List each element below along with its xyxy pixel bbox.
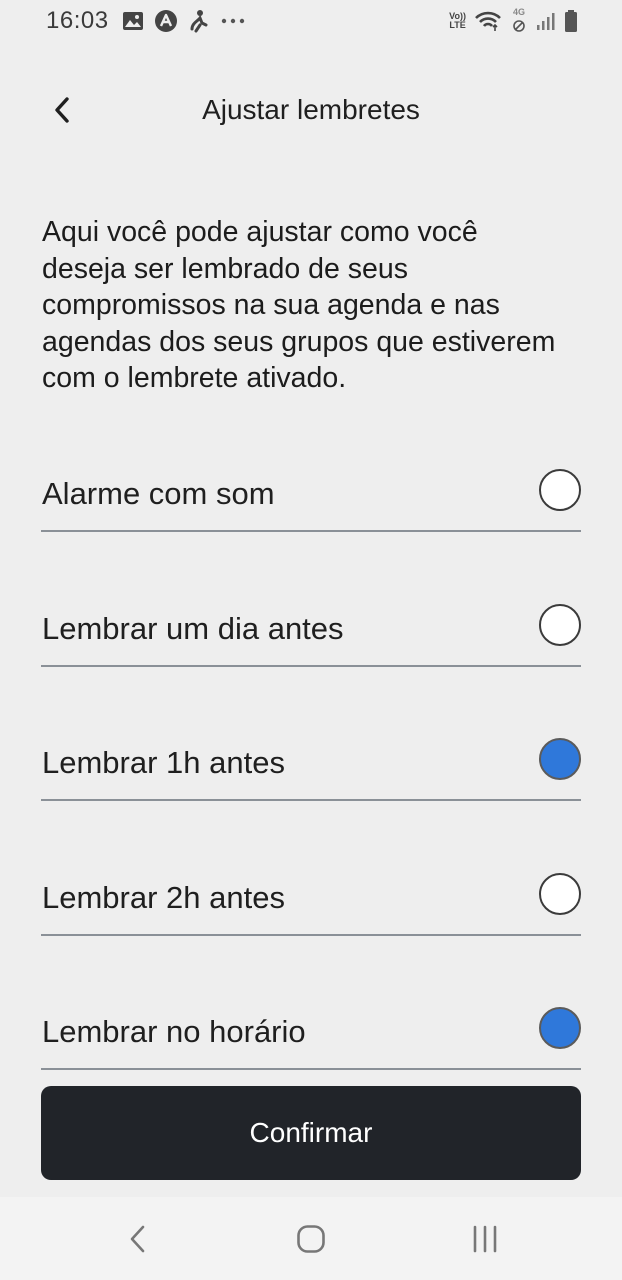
reminder-options-list: Alarme com som Lembrar um dia antes Lemb… <box>41 440 581 1113</box>
navigation-a-icon <box>155 10 177 32</box>
option-label: Lembrar 1h antes <box>42 745 285 780</box>
option-label: Lembrar um dia antes <box>42 610 344 646</box>
divider <box>41 799 581 801</box>
divider <box>41 1068 581 1070</box>
option-alarm-with-sound[interactable]: Alarme com som <box>41 440 581 575</box>
radio-button[interactable] <box>539 603 581 646</box>
divider <box>41 933 581 936</box>
radio-button[interactable] <box>539 738 581 780</box>
description-text: Aqui você pode ajustar como você deseja … <box>42 216 556 394</box>
mobile-data-icon: 4G <box>510 8 528 34</box>
status-bar: 16:03 Vo)) LTE 4G <box>0 0 622 44</box>
navigation-bar <box>0 1197 622 1280</box>
radio-button[interactable] <box>539 872 581 915</box>
divider <box>41 530 581 532</box>
recents-nav-icon <box>473 1225 497 1253</box>
option-label: Lembrar no horário <box>42 1014 306 1049</box>
recents-nav-button[interactable] <box>463 1219 507 1259</box>
home-nav-icon <box>297 1225 325 1253</box>
option-one-day-before[interactable]: Lembrar um dia antes <box>41 575 581 710</box>
volte-icon: Vo)) LTE <box>449 11 466 30</box>
page-title: Ajustar lembretes <box>202 94 420 125</box>
wifi-icon <box>475 11 501 31</box>
home-nav-button[interactable] <box>289 1219 333 1259</box>
confirm-button[interactable]: Confirmar <box>41 1086 581 1180</box>
divider <box>41 664 581 667</box>
more-dots-icon <box>221 18 245 24</box>
option-2h-before[interactable]: Lembrar 2h antes <box>41 844 581 979</box>
gallery-icon <box>123 12 143 30</box>
status-icons-right: Vo)) LTE 4G <box>449 7 578 35</box>
back-nav-icon <box>130 1225 145 1253</box>
battery-icon <box>565 10 577 32</box>
back-nav-button[interactable] <box>116 1219 160 1259</box>
radio-button[interactable] <box>539 1007 581 1049</box>
accessibility-icon <box>190 10 208 33</box>
header: Ajustar lembretes <box>0 70 622 150</box>
radio-button[interactable] <box>539 469 581 511</box>
status-time: 16:03 <box>46 7 109 34</box>
option-label: Alarme com som <box>42 476 275 511</box>
status-icons-left <box>122 8 246 34</box>
option-label: Lembrar 2h antes <box>42 879 285 915</box>
signal-icon <box>537 13 555 30</box>
option-1h-before[interactable]: Lembrar 1h antes <box>41 709 581 844</box>
